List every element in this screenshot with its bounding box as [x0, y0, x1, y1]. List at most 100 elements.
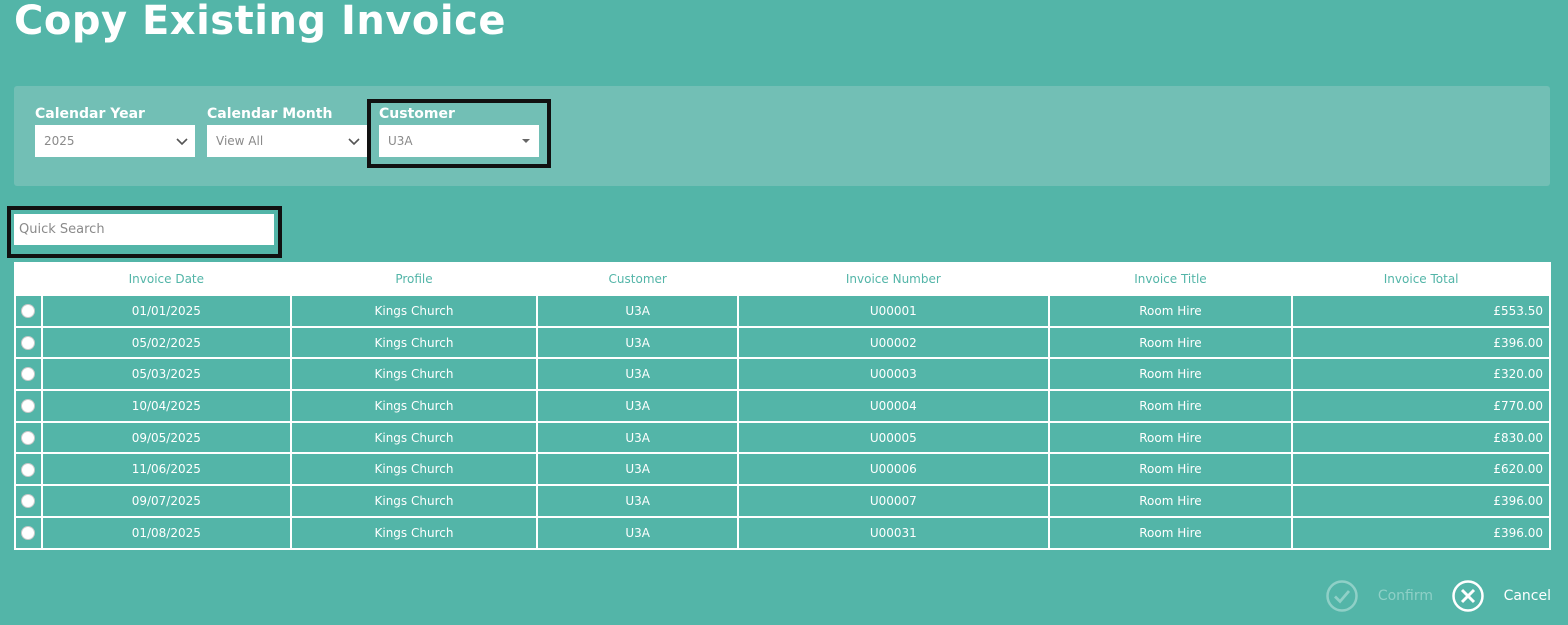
calendar-year-select[interactable]: 2025 — [35, 125, 195, 157]
cell-invoice-date: 01/01/2025 — [40, 294, 292, 328]
cell-customer: U3A — [536, 420, 740, 455]
cell-invoice-date: 09/07/2025 — [40, 484, 292, 518]
cell-invoice-title: Room Hire — [1047, 452, 1294, 487]
cell-profile: Kings Church — [289, 515, 539, 550]
cell-invoice-total: £320.00 — [1291, 357, 1551, 392]
cell-invoice-title: Room Hire — [1047, 484, 1294, 518]
cell-invoice-total: £770.00 — [1291, 389, 1551, 423]
cell-profile: Kings Church — [289, 484, 539, 518]
row-select-cell — [14, 357, 43, 392]
header-invoice-total[interactable]: Invoice Total — [1291, 262, 1551, 296]
customer-highlight-box — [367, 99, 551, 168]
cell-invoice-date: 11/06/2025 — [40, 452, 292, 487]
copy-invoice-page: Copy Existing Invoice Calendar Year 2025… — [0, 0, 1568, 625]
cancel-label: Cancel — [1503, 588, 1551, 604]
row-radio-button[interactable] — [21, 304, 36, 319]
row-select-cell — [14, 389, 43, 423]
calendar-year-label: Calendar Year — [35, 106, 145, 122]
table-row[interactable]: 05/03/2025 Kings Church U3A U00003 Room Hire… — [14, 357, 1551, 392]
invoice-table: Invoice Date Profile Customer Invoice Nu… — [14, 262, 1551, 550]
cell-invoice-date: 05/03/2025 — [40, 357, 292, 392]
close-circle-icon — [1451, 580, 1484, 612]
cell-invoice-number: U00005 — [737, 420, 1050, 455]
header-invoice-date[interactable]: Invoice Date — [40, 262, 292, 296]
cell-customer: U3A — [536, 452, 740, 487]
row-radio-button[interactable] — [21, 430, 36, 445]
cell-profile: Kings Church — [289, 325, 539, 360]
cell-invoice-total: £553.50 — [1291, 294, 1551, 328]
row-radio-button[interactable] — [21, 367, 36, 382]
chevron-down-icon — [348, 138, 360, 146]
table-row[interactable]: 01/01/2025 Kings Church U3A U00001 Room Hire… — [14, 294, 1551, 328]
cell-invoice-title: Room Hire — [1047, 294, 1294, 328]
calendar-month-label: Calendar Month — [207, 106, 333, 122]
cell-invoice-total: £620.00 — [1291, 452, 1551, 487]
row-radio-button[interactable] — [21, 399, 36, 414]
cell-invoice-total: £830.00 — [1291, 420, 1551, 455]
row-select-cell — [14, 515, 43, 550]
cell-invoice-title: Room Hire — [1047, 420, 1294, 455]
chevron-down-icon — [176, 138, 188, 146]
cell-invoice-number: U00006 — [737, 452, 1050, 487]
table-row[interactable]: 05/02/2025 Kings Church U3A U00002 Room Hire… — [14, 325, 1551, 360]
search-highlight-box — [7, 206, 282, 258]
row-select-cell — [14, 452, 43, 487]
confirm-label: Confirm — [1377, 588, 1433, 604]
row-radio-button[interactable] — [21, 335, 36, 350]
cell-profile: Kings Church — [289, 420, 539, 455]
cell-customer: U3A — [536, 389, 740, 423]
cell-customer: U3A — [536, 325, 740, 360]
row-radio-button[interactable] — [21, 494, 36, 509]
cell-profile: Kings Church — [289, 357, 539, 392]
row-radio-button[interactable] — [21, 462, 36, 477]
cell-profile: Kings Church — [289, 452, 539, 487]
page-title: Copy Existing Invoice — [14, 0, 506, 44]
cell-customer: U3A — [536, 515, 740, 550]
cell-customer: U3A — [536, 484, 740, 518]
header-invoice-title[interactable]: Invoice Title — [1047, 262, 1294, 296]
table-row[interactable]: 09/07/2025 Kings Church U3A U00007 Room Hire… — [14, 484, 1551, 518]
cell-invoice-date: 09/05/2025 — [40, 420, 292, 455]
row-select-cell — [14, 294, 43, 328]
filter-calendar-year: Calendar Year 2025 — [35, 104, 195, 157]
cell-invoice-title: Room Hire — [1047, 515, 1294, 550]
calendar-month-value: View All — [216, 134, 264, 148]
row-select-cell — [14, 325, 43, 360]
table-header-row: Invoice Date Profile Customer Invoice Nu… — [14, 262, 1551, 296]
table-row[interactable]: 10/04/2025 Kings Church U3A U00004 Room Hire… — [14, 389, 1551, 423]
header-profile[interactable]: Profile — [289, 262, 539, 296]
table-row[interactable]: 09/05/2025 Kings Church U3A U00005 Room Hire… — [14, 420, 1551, 455]
cell-invoice-number: U00031 — [737, 515, 1050, 550]
cell-invoice-date: 01/08/2025 — [40, 515, 292, 550]
cell-invoice-date: 05/02/2025 — [40, 325, 292, 360]
cell-invoice-total: £396.00 — [1291, 484, 1551, 518]
table-row[interactable]: 01/08/2025 Kings Church U3A U00031 Room Hire… — [14, 515, 1551, 550]
cell-invoice-title: Room Hire — [1047, 325, 1294, 360]
cell-invoice-number: U00002 — [737, 325, 1050, 360]
row-select-cell — [14, 484, 43, 518]
cancel-button[interactable]: Cancel — [1451, 580, 1551, 612]
cell-invoice-date: 10/04/2025 — [40, 389, 292, 423]
cell-invoice-number: U00003 — [737, 357, 1050, 392]
cell-invoice-total: £396.00 — [1291, 325, 1551, 360]
header-invoice-number[interactable]: Invoice Number — [737, 262, 1050, 296]
cell-invoice-total: £396.00 — [1291, 515, 1551, 550]
confirm-button[interactable]: Confirm — [1326, 580, 1433, 612]
filter-panel: Calendar Year 2025 Calendar Month View A… — [14, 86, 1550, 186]
cell-customer: U3A — [536, 357, 740, 392]
header-customer[interactable]: Customer — [536, 262, 740, 296]
cell-invoice-title: Room Hire — [1047, 357, 1294, 392]
check-circle-icon — [1326, 580, 1358, 612]
row-select-cell — [14, 420, 43, 455]
calendar-month-select[interactable]: View All — [207, 125, 367, 157]
table-row[interactable]: 11/06/2025 Kings Church U3A U00006 Room Hire… — [14, 452, 1551, 487]
cell-profile: Kings Church — [289, 294, 539, 328]
calendar-year-value: 2025 — [44, 134, 75, 148]
cell-profile: Kings Church — [289, 389, 539, 423]
cell-invoice-number: U00004 — [737, 389, 1050, 423]
cell-invoice-number: U00007 — [737, 484, 1050, 518]
row-radio-button[interactable] — [21, 525, 36, 540]
cell-customer: U3A — [536, 294, 740, 328]
cell-invoice-title: Room Hire — [1047, 389, 1294, 423]
filter-calendar-month: Calendar Month View All — [207, 104, 367, 157]
